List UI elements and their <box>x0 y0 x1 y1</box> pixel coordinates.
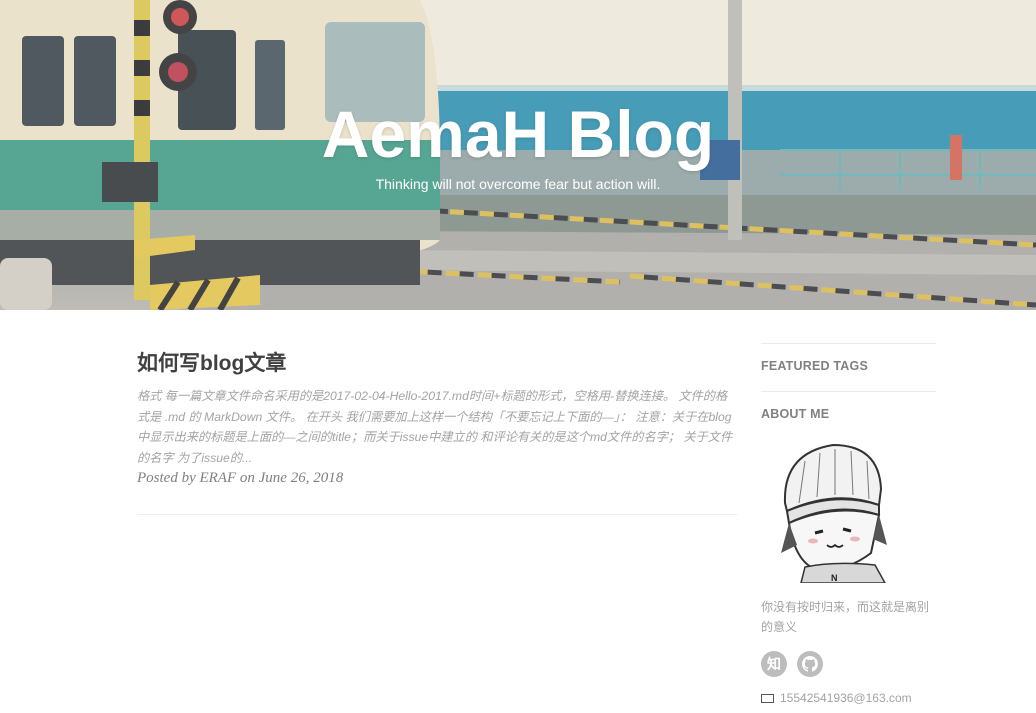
social-links: 知 <box>761 651 936 677</box>
github-icon[interactable] <box>797 651 823 677</box>
site-title[interactable]: AemaH Blog <box>0 96 1036 172</box>
email-address[interactable]: 15542541936@163.com <box>780 691 912 705</box>
sidebar-divider <box>761 343 936 344</box>
post-title-link[interactable]: 如何写blog文章 <box>137 350 737 378</box>
sidebar: FEATURED TAGS ABOUT ME N 你没有按时归来，而这就是离别的… <box>761 343 936 705</box>
post-meta: Posted by ERAF on June 26, 2018 <box>137 470 344 486</box>
post-divider <box>137 514 737 515</box>
email-contact[interactable]: 15542541936@163.com <box>761 691 936 705</box>
featured-tags-heading: FEATURED TAGS <box>761 359 868 373</box>
avatar: N <box>775 441 895 583</box>
about-bio: 你没有按时归来，而这就是离别的意义 <box>761 600 930 634</box>
site-header: AemaH Blog Thinking will not overcome fe… <box>0 0 1036 310</box>
site-subtitle: Thinking will not overcome fear but acti… <box>375 176 661 192</box>
about-me-heading: ABOUT ME <box>761 407 830 421</box>
sidebar-divider <box>761 391 936 392</box>
mail-icon <box>761 693 774 703</box>
zhihu-icon[interactable]: 知 <box>761 651 787 677</box>
svg-text:N: N <box>831 573 838 583</box>
github-icon <box>802 656 818 672</box>
post-excerpt[interactable]: 格式 每一篇文章文件命名采用的是2017-02-04-Hello-2017.md… <box>137 386 737 468</box>
post-preview: 如何写blog文章 格式 每一篇文章文件命名采用的是2017-02-04-Hel… <box>137 350 737 487</box>
